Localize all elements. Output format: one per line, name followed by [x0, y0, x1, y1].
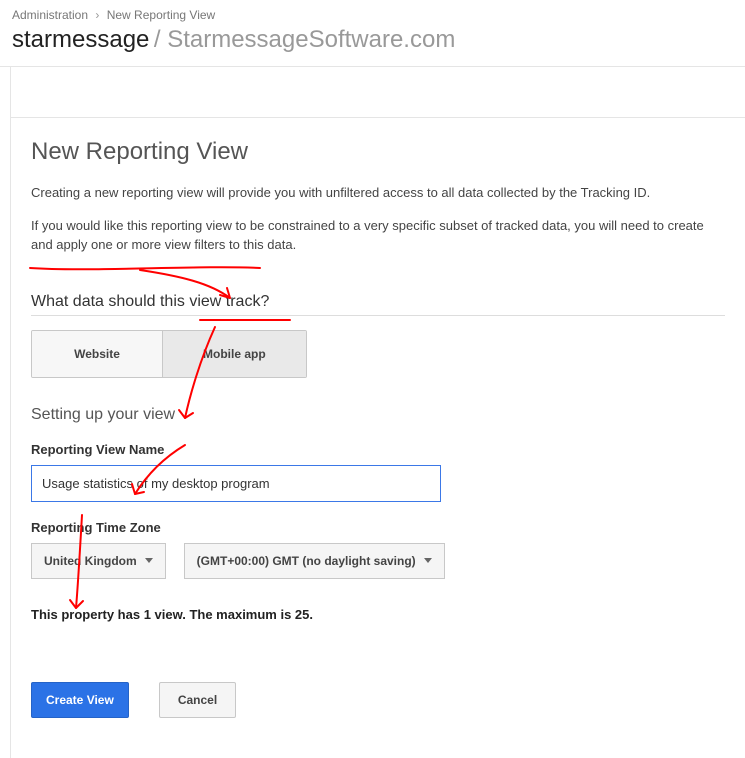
breadcrumb-root[interactable]: Administration — [12, 8, 88, 22]
timezone-offset-dropdown[interactable]: (GMT+00:00) GMT (no daylight saving) — [184, 543, 445, 579]
track-heading: What data should this view track? — [31, 293, 725, 316]
view-limit-note: This property has 1 view. The maximum is… — [31, 607, 725, 622]
page-header: starmessage / StarmessageSoftware.com — [0, 26, 745, 67]
caret-down-icon — [424, 558, 432, 563]
breadcrumb-sep: › — [95, 8, 99, 22]
create-view-button[interactable]: Create View — [31, 682, 129, 718]
track-option-website[interactable]: Website — [32, 331, 162, 377]
view-name-label: Reporting View Name — [31, 442, 725, 457]
timezone-country-dropdown[interactable]: United Kingdom — [31, 543, 166, 579]
timezone-label: Reporting Time Zone — [31, 520, 725, 535]
caret-down-icon — [145, 558, 153, 563]
timezone-field: Reporting Time Zone United Kingdom (GMT+… — [31, 520, 725, 579]
setup-heading: Setting up your view — [31, 406, 725, 424]
account-name: starmessage — [12, 26, 149, 53]
property-name: / StarmessageSoftware.com — [154, 26, 455, 53]
breadcrumb-current: New Reporting View — [107, 8, 216, 22]
breadcrumb: Administration › New Reporting View — [0, 0, 745, 26]
timezone-country-value: United Kingdom — [44, 554, 137, 568]
content: New Reporting View Creating a new report… — [10, 67, 745, 758]
view-name-field: Reporting View Name — [31, 442, 725, 502]
page-desc-1: Creating a new reporting view will provi… — [31, 184, 725, 203]
page-desc-2: If you would like this reporting view to… — [31, 217, 725, 255]
track-type-toggle: Website Mobile app — [31, 330, 307, 378]
divider — [11, 117, 745, 118]
cancel-button[interactable]: Cancel — [159, 682, 236, 718]
page-title: New Reporting View — [31, 138, 725, 166]
track-option-mobile-app[interactable]: Mobile app — [162, 331, 306, 377]
view-name-input[interactable] — [31, 465, 441, 502]
action-row: Create View Cancel — [31, 682, 725, 718]
timezone-offset-value: (GMT+00:00) GMT (no daylight saving) — [197, 554, 416, 568]
